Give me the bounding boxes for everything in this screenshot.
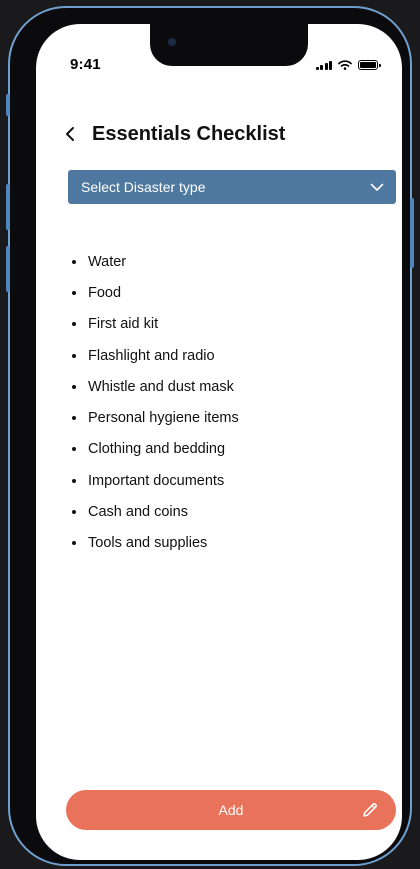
- list-item: Important documents: [72, 465, 239, 496]
- list-item: Tools and supplies: [72, 528, 239, 559]
- bullet-icon: [72, 384, 76, 389]
- bullet-icon: [72, 447, 76, 452]
- pencil-icon[interactable]: [360, 800, 380, 820]
- list-item-label: Personal hygiene items: [88, 410, 239, 427]
- disaster-type-select[interactable]: Select Disaster type: [68, 170, 396, 204]
- camera-icon: [168, 38, 176, 46]
- add-button-label: Add: [218, 802, 244, 818]
- bullet-icon: [72, 478, 76, 483]
- list-item-label: Cash and coins: [88, 504, 188, 521]
- list-item-label: First aid kit: [88, 316, 159, 333]
- battery-icon: [358, 60, 381, 70]
- bullet-icon: [72, 416, 76, 421]
- disaster-type-select-label: Select Disaster type: [81, 179, 206, 195]
- app-screen: 9:41 Essentials Checklist Select Disaste…: [36, 24, 402, 860]
- bullet-icon: [72, 290, 76, 295]
- list-item: Whistle and dust mask: [72, 371, 239, 402]
- volume-down-button: [6, 246, 10, 292]
- page-title: Essentials Checklist: [92, 122, 286, 145]
- back-button[interactable]: [58, 122, 82, 146]
- list-item-label: Water: [88, 253, 127, 270]
- list-item-label: Important documents: [88, 472, 225, 489]
- list-item-label: Food: [88, 284, 122, 301]
- list-item: Flashlight and radio: [72, 340, 239, 371]
- list-item: Food: [72, 277, 239, 308]
- add-button[interactable]: Add: [66, 790, 396, 830]
- essentials-checklist: Water Food First aid kit Flashlight and …: [72, 246, 239, 559]
- notch: [150, 24, 308, 66]
- wifi-icon: [338, 60, 352, 70]
- list-item: Personal hygiene items: [72, 402, 239, 433]
- silent-switch: [6, 94, 10, 116]
- status-time: 9:41: [70, 56, 101, 73]
- chevron-down-icon: [370, 183, 384, 191]
- bullet-icon: [72, 510, 76, 515]
- power-button: [410, 198, 414, 268]
- bullet-icon: [72, 541, 76, 546]
- list-item-label: Clothing and bedding: [88, 441, 226, 458]
- status-icons: [315, 60, 381, 70]
- list-item: Clothing and bedding: [72, 434, 239, 465]
- header: Essentials Checklist: [58, 122, 285, 146]
- signal-icon: [315, 60, 332, 70]
- chevron-left-icon: [66, 127, 74, 141]
- list-item: Water: [72, 246, 239, 277]
- phone-frame: 9:41 Essentials Checklist Select Disaste…: [6, 6, 414, 866]
- list-item-label: Flashlight and radio: [88, 347, 215, 364]
- list-item: First aid kit: [72, 309, 239, 340]
- list-item: Cash and coins: [72, 496, 239, 527]
- volume-up-button: [6, 184, 10, 230]
- bullet-icon: [72, 322, 76, 327]
- bullet-icon: [72, 259, 76, 264]
- bullet-icon: [72, 353, 76, 358]
- list-item-label: Tools and supplies: [88, 535, 208, 552]
- list-item-label: Whistle and dust mask: [88, 378, 234, 395]
